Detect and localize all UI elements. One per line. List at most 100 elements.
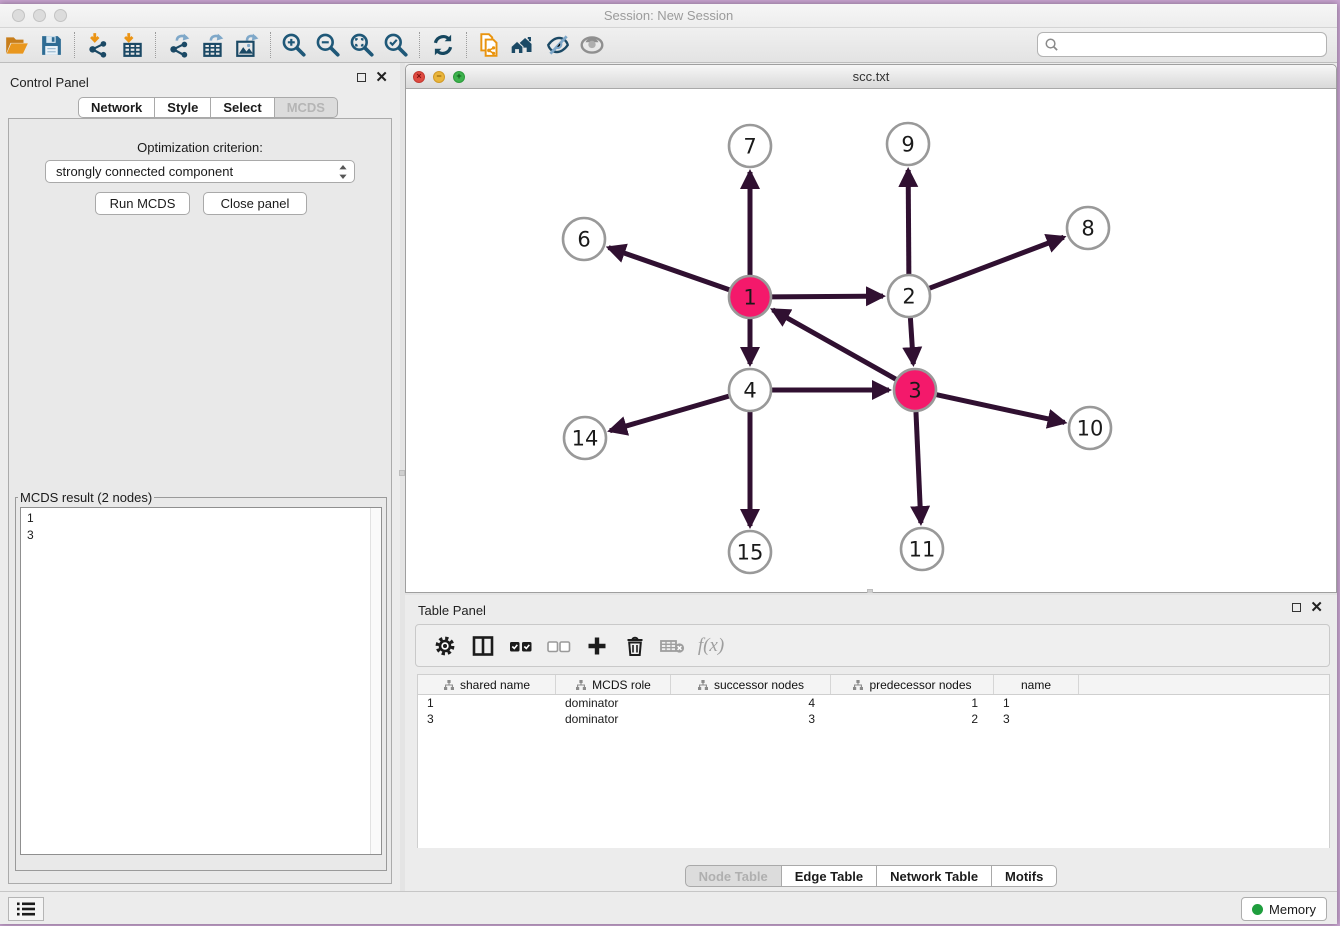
clone-network-button[interactable] <box>473 30 507 60</box>
column-header-predecessor-nodes[interactable]: predecessor nodes <box>831 675 994 694</box>
close-panel-icon[interactable]: ✕ <box>375 73 388 82</box>
deselect-all-button[interactable] <box>540 629 578 663</box>
add-column-button[interactable] <box>578 629 616 663</box>
mcds-result-text[interactable]: 1 3 <box>20 507 382 855</box>
tab-edge-table[interactable]: Edge Table <box>782 865 877 887</box>
edge-3-11[interactable] <box>916 412 921 523</box>
column-header-shared-name[interactable]: shared name <box>418 675 556 694</box>
apply-layout-button[interactable] <box>426 30 460 60</box>
network-window-title: scc.txt <box>406 69 1336 84</box>
memory-button[interactable]: Memory <box>1241 897 1327 921</box>
network-window-titlebar[interactable]: × − + scc.txt <box>406 65 1336 89</box>
export-table-button[interactable] <box>196 30 230 60</box>
zoom-fit-button[interactable] <box>345 30 379 60</box>
tab-node-table[interactable]: Node Table <box>685 865 782 887</box>
tab-mcds[interactable]: MCDS <box>275 97 338 118</box>
node-1[interactable]: 1 <box>729 276 771 318</box>
node-14[interactable]: 14 <box>564 417 606 459</box>
network-graph[interactable]: 7 9 6 8 1 2 4 3 14 10 15 11 <box>406 89 1336 592</box>
close-panel-button[interactable]: Close panel <box>203 192 307 215</box>
table-settings-button[interactable] <box>426 629 464 663</box>
node-10[interactable]: 10 <box>1069 407 1111 449</box>
column-label: shared name <box>460 678 530 692</box>
table-row[interactable]: 1dominator411 <box>418 695 1329 711</box>
table-cell[interactable]: dominator <box>556 711 671 727</box>
column-type-icon <box>697 679 709 691</box>
tab-network[interactable]: Network <box>78 97 155 118</box>
table-cell[interactable]: 2 <box>831 711 994 727</box>
open-session-button[interactable] <box>0 30 34 60</box>
edge-2-9[interactable] <box>908 170 909 274</box>
table-cell[interactable]: 4 <box>671 695 831 711</box>
result-scrollbar[interactable] <box>370 508 381 854</box>
svg-text:10: 10 <box>1077 417 1104 441</box>
tab-motifs[interactable]: Motifs <box>992 865 1057 887</box>
node-9[interactable]: 9 <box>887 123 929 165</box>
column-label: MCDS role <box>592 678 651 692</box>
table-cell[interactable]: 3 <box>671 711 831 727</box>
edge-3-10[interactable] <box>936 395 1064 423</box>
first-neighbors-button[interactable] <box>507 30 541 60</box>
table-cell[interactable]: 1 <box>831 695 994 711</box>
zoom-selected-button[interactable] <box>379 30 413 60</box>
node-11[interactable]: 11 <box>901 528 943 570</box>
edge-2-3[interactable] <box>910 318 913 364</box>
table-cell[interactable]: 1 <box>418 695 556 711</box>
column-header-name[interactable]: name <box>994 675 1079 694</box>
mcds-panel: Optimization criterion: strongly connect… <box>8 118 392 884</box>
node-15[interactable]: 15 <box>729 531 771 573</box>
edge-1-6[interactable] <box>609 248 730 290</box>
float-panel-icon[interactable] <box>1292 603 1301 612</box>
task-history-button[interactable] <box>8 897 44 921</box>
export-image-button[interactable] <box>230 30 264 60</box>
table-row[interactable]: 3dominator323 <box>418 711 1329 727</box>
import-network-button[interactable] <box>81 30 115 60</box>
split-view-button[interactable] <box>464 629 502 663</box>
export-network-button[interactable] <box>162 30 196 60</box>
toolbar-separator <box>270 32 271 58</box>
edge-2-8[interactable] <box>930 237 1064 288</box>
tab-style[interactable]: Style <box>155 97 211 118</box>
import-table-button[interactable] <box>115 30 149 60</box>
table-cell[interactable]: dominator <box>556 695 671 711</box>
table-cell[interactable]: 1 <box>994 695 1079 711</box>
node-3[interactable]: 3 <box>894 369 936 411</box>
node-4[interactable]: 4 <box>729 369 771 411</box>
import-network-icon <box>85 32 111 58</box>
run-mcds-button[interactable]: Run MCDS <box>95 192 190 215</box>
search-icon <box>1044 37 1059 52</box>
table-cell[interactable]: 3 <box>418 711 556 727</box>
close-panel-icon[interactable]: ✕ <box>1310 603 1323 612</box>
node-6[interactable]: 6 <box>563 218 605 260</box>
select-all-button[interactable] <box>502 629 540 663</box>
hide-selected-button[interactable] <box>541 30 575 60</box>
table-cell[interactable]: 3 <box>994 711 1079 727</box>
open-folder-icon <box>4 32 30 58</box>
tab-network-table[interactable]: Network Table <box>877 865 992 887</box>
network-canvas[interactable]: 7 9 6 8 1 2 4 3 14 10 15 11 <box>406 89 1336 592</box>
graph-edges <box>609 170 1065 526</box>
node-2[interactable]: 2 <box>888 275 930 317</box>
show-all-button[interactable] <box>575 30 609 60</box>
memory-label: Memory <box>1269 902 1316 917</box>
control-panel: Control Panel ✕ NetworkStyleSelectMCDS O… <box>0 63 400 891</box>
delete-columns-button[interactable] <box>616 629 654 663</box>
tab-select[interactable]: Select <box>211 97 274 118</box>
edge-4-14[interactable] <box>610 396 729 431</box>
edge-3-1[interactable] <box>773 310 896 379</box>
float-panel-icon[interactable] <box>357 73 366 82</box>
delete-table-button[interactable] <box>654 629 692 663</box>
zoom-out-button[interactable] <box>311 30 345 60</box>
zoom-in-button[interactable] <box>277 30 311 60</box>
criterion-dropdown[interactable]: strongly connected component <box>45 160 355 183</box>
function-builder-button[interactable]: f(x) <box>692 629 730 663</box>
column-header-MCDS-role[interactable]: MCDS role <box>556 675 671 694</box>
save-session-button[interactable] <box>34 30 68 60</box>
edge-1-2[interactable] <box>772 296 883 297</box>
search-box[interactable] <box>1037 32 1327 57</box>
svg-text:11: 11 <box>909 538 936 562</box>
node-8[interactable]: 8 <box>1067 207 1109 249</box>
search-input[interactable] <box>1064 36 1320 53</box>
node-7[interactable]: 7 <box>729 125 771 167</box>
column-header-successor-nodes[interactable]: successor nodes <box>671 675 831 694</box>
